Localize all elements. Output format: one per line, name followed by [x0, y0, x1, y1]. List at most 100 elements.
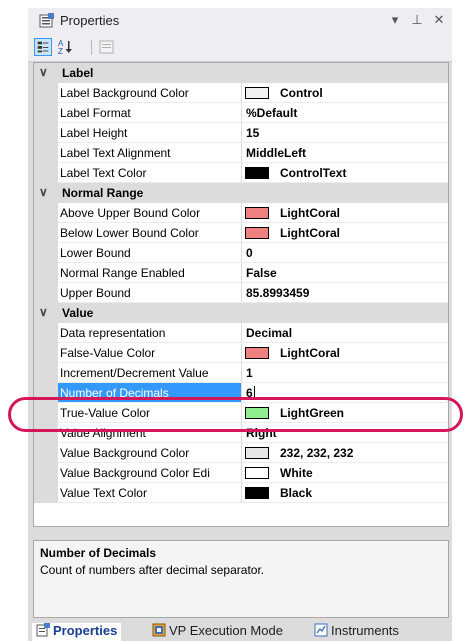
- property-row[interactable]: Normal Range Enabled False: [34, 263, 448, 283]
- property-value[interactable]: %Default: [246, 106, 297, 120]
- property-row[interactable]: Below Lower Bound Color LightCoral: [34, 223, 448, 243]
- property-value[interactable]: 1: [246, 366, 253, 380]
- color-swatch: [245, 487, 269, 499]
- column-divider: [241, 243, 242, 263]
- property-name: True-Value Color: [60, 406, 151, 420]
- row-divider: [58, 502, 448, 503]
- row-gutter: [34, 383, 58, 403]
- column-divider: [241, 343, 242, 363]
- collapse-chevron-icon[interactable]: ∨: [39, 305, 48, 319]
- property-name: Data representation: [60, 326, 166, 340]
- property-name: Increment/Decrement Value: [60, 366, 209, 380]
- alphabetical-icon[interactable]: A Z: [56, 38, 74, 56]
- row-gutter: [34, 443, 58, 463]
- row-gutter: [34, 343, 58, 363]
- column-divider: [241, 443, 242, 463]
- property-value[interactable]: Control: [280, 86, 323, 100]
- column-divider: [241, 423, 242, 443]
- panel-title: Properties: [60, 13, 120, 28]
- column-divider: [241, 383, 242, 403]
- property-row[interactable]: Increment/Decrement Value 1: [34, 363, 448, 383]
- color-swatch: [245, 467, 269, 479]
- instruments-icon: [314, 623, 328, 637]
- property-row[interactable]: Label Text Alignment MiddleLeft: [34, 143, 448, 163]
- close-icon[interactable]: ✕: [430, 11, 448, 29]
- property-value[interactable]: 15: [246, 126, 259, 140]
- property-value[interactable]: MiddleLeft: [246, 146, 306, 160]
- property-value[interactable]: LightCoral: [280, 346, 340, 360]
- category-label[interactable]: ∨ Label: [34, 63, 448, 83]
- property-value[interactable]: False: [246, 266, 277, 280]
- property-value-editor[interactable]: 6: [246, 386, 255, 400]
- property-value[interactable]: 0: [246, 246, 253, 260]
- pin-icon[interactable]: ⊥: [408, 11, 426, 29]
- property-row[interactable]: Upper Bound 85.8993459: [34, 283, 448, 303]
- property-name: Below Lower Bound Color: [60, 226, 199, 240]
- properties-icon: [36, 623, 50, 637]
- property-row[interactable]: Data representation Decimal: [34, 323, 448, 343]
- category-title: Label: [62, 66, 94, 80]
- property-row[interactable]: Label Background Color Control: [34, 83, 448, 103]
- property-value[interactable]: 85.8993459: [246, 286, 309, 300]
- property-row[interactable]: Value Background Color Edi White: [34, 463, 448, 483]
- dropdown-icon[interactable]: ▾: [386, 11, 404, 29]
- property-value[interactable]: ControlText: [280, 166, 346, 180]
- property-value[interactable]: Black: [280, 486, 312, 500]
- category-normal-range[interactable]: ∨ Normal Range: [34, 183, 448, 203]
- row-gutter: [34, 163, 58, 183]
- tab-label: VP Execution Mode: [169, 623, 283, 638]
- property-row[interactable]: Label Height 15: [34, 123, 448, 143]
- execution-mode-icon: [152, 623, 166, 637]
- column-divider: [241, 83, 242, 103]
- row-gutter: [34, 203, 58, 223]
- color-swatch: [245, 407, 269, 419]
- property-name: Lower Bound: [60, 246, 131, 260]
- column-divider: [241, 103, 242, 123]
- collapse-chevron-icon[interactable]: ∨: [39, 65, 48, 79]
- toolbar-separator: [91, 40, 92, 55]
- property-row[interactable]: Lower Bound 0: [34, 243, 448, 263]
- property-value[interactable]: LightCoral: [280, 206, 340, 220]
- row-gutter: [34, 403, 58, 423]
- property-name: Label Text Alignment: [60, 146, 171, 160]
- property-name: Label Text Color: [60, 166, 147, 180]
- row-gutter: [34, 423, 58, 443]
- property-name: Value Text Color: [60, 486, 147, 500]
- property-value[interactable]: White: [280, 466, 313, 480]
- collapse-chevron-icon[interactable]: ∨: [39, 185, 48, 199]
- row-gutter: [34, 323, 58, 343]
- property-value[interactable]: 232, 232, 232: [280, 446, 353, 460]
- property-name: Value Background Color: [60, 446, 190, 460]
- property-pages-icon[interactable]: [98, 38, 116, 56]
- tab-vp-execution-mode[interactable]: VP Execution Mode: [152, 623, 283, 641]
- property-row[interactable]: Label Format %Default: [34, 103, 448, 123]
- property-value[interactable]: Right: [246, 426, 277, 440]
- property-row[interactable]: True-Value Color LightGreen: [34, 403, 448, 423]
- property-row-selected[interactable]: Number of Decimals 6: [34, 383, 448, 403]
- property-row[interactable]: Value Background Color 232, 232, 232: [34, 443, 448, 463]
- tab-label: Instruments: [331, 623, 399, 638]
- property-row[interactable]: Label Text Color ControlText: [34, 163, 448, 183]
- row-gutter: [34, 123, 58, 143]
- color-swatch: [245, 167, 269, 179]
- category-value[interactable]: ∨ Value: [34, 303, 448, 323]
- column-divider: [241, 123, 242, 143]
- title-bar: Properties ▾ ⊥ ✕: [28, 8, 452, 34]
- property-row[interactable]: Value Alignment Right: [34, 423, 448, 443]
- row-gutter: [34, 263, 58, 283]
- property-name: False-Value Color: [60, 346, 156, 360]
- property-value[interactable]: 6: [246, 386, 253, 400]
- row-gutter: [34, 363, 58, 383]
- property-row[interactable]: False-Value Color LightCoral: [34, 343, 448, 363]
- property-value[interactable]: LightCoral: [280, 226, 340, 240]
- property-row[interactable]: Above Upper Bound Color LightCoral: [34, 203, 448, 223]
- property-row[interactable]: Value Text Color Black: [34, 483, 448, 503]
- column-divider: [241, 203, 242, 223]
- tab-instruments[interactable]: Instruments: [314, 623, 399, 641]
- row-gutter: [34, 463, 58, 483]
- categorized-icon[interactable]: [34, 38, 52, 56]
- row-gutter: [34, 83, 58, 103]
- property-value[interactable]: Decimal: [246, 326, 292, 340]
- property-value[interactable]: LightGreen: [280, 406, 344, 420]
- tab-properties[interactable]: Properties: [32, 623, 122, 641]
